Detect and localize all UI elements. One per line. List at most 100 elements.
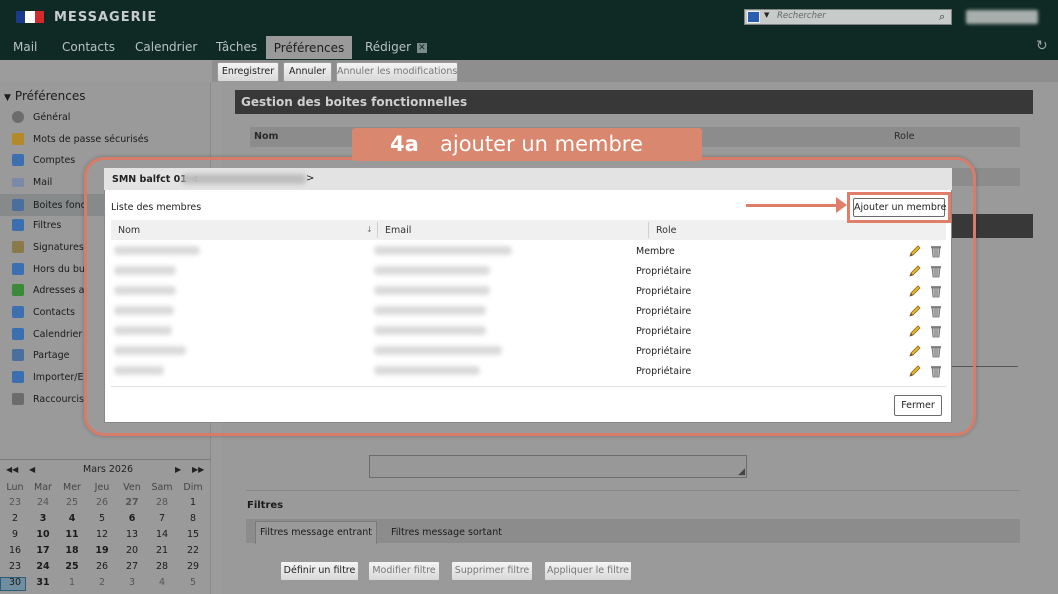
define-filter-button[interactable]: Définir un filtre: [280, 561, 359, 581]
member-row[interactable]: [111, 262, 946, 282]
delete-icon[interactable]: [929, 304, 943, 318]
calendar-day[interactable]: 10: [28, 529, 58, 540]
calendar-day[interactable]: 8: [178, 513, 208, 524]
edit-icon[interactable]: [908, 264, 922, 278]
calendar-day[interactable]: 3: [28, 513, 58, 524]
tab-rediger[interactable]: Rédiger ✕: [365, 35, 427, 59]
search-icon[interactable]: ⌕: [939, 10, 945, 24]
tab-mail[interactable]: Mail: [13, 35, 37, 59]
sidebar-item-shared-mailboxes[interactable]: Boites fonc: [12, 196, 86, 214]
calendar-day[interactable]: 29: [178, 561, 208, 572]
refresh-icon[interactable]: ↻: [1036, 38, 1048, 54]
prev-month-icon[interactable]: ◀: [29, 465, 35, 474]
search-box[interactable]: ▼ Rechercher ⌕: [744, 9, 952, 25]
delete-filter-button[interactable]: Supprimer filtre: [451, 561, 533, 581]
calendar-day[interactable]: 23: [0, 497, 30, 508]
sidebar-item-accounts[interactable]: Comptes: [12, 151, 75, 169]
search-scope-icon[interactable]: [747, 11, 760, 23]
sidebar-item-mail[interactable]: Mail: [12, 173, 52, 191]
calendar-day[interactable]: 15: [178, 529, 208, 540]
calendar-day[interactable]: 12: [87, 529, 117, 540]
calendar-day[interactable]: 31: [28, 577, 58, 588]
user-menu[interactable]: [966, 10, 1038, 24]
member-row[interactable]: [111, 242, 946, 262]
calendar-day[interactable]: 5: [87, 513, 117, 524]
member-row[interactable]: [111, 342, 946, 362]
calendar-day[interactable]: 2: [0, 513, 30, 524]
calendar-day[interactable]: 1: [57, 577, 87, 588]
modify-filter-button[interactable]: Modifier filtre: [368, 561, 440, 581]
sidebar-item-general[interactable]: Général: [12, 108, 70, 126]
sidebar-item-accepted-addresses[interactable]: Adresses a: [12, 281, 84, 299]
tab-calendrier[interactable]: Calendrier: [135, 35, 197, 59]
tab-taches[interactable]: Tâches: [216, 35, 257, 59]
calendar-day[interactable]: 25: [57, 497, 87, 508]
calendar-day[interactable]: 24: [28, 497, 58, 508]
resize-handle-icon[interactable]: ◢: [738, 467, 745, 477]
delete-icon[interactable]: [929, 244, 943, 258]
calendar-day[interactable]: 26: [87, 561, 117, 572]
tab-contacts[interactable]: Contacts: [62, 35, 115, 59]
delete-icon[interactable]: [929, 324, 943, 338]
member-row[interactable]: [111, 302, 946, 322]
calendar-day[interactable]: 28: [147, 561, 177, 572]
next-month-icon[interactable]: ▶: [175, 465, 181, 474]
tab-filters-incoming[interactable]: Filtres message entrant: [255, 521, 377, 544]
sidebar-item-passwords[interactable]: Mots de passe sécurisés: [12, 130, 149, 148]
calendar-day[interactable]: 13: [117, 529, 147, 540]
edit-icon[interactable]: [908, 324, 922, 338]
sidebar-heading[interactable]: ▼ Préférences: [4, 89, 86, 103]
apply-filter-button[interactable]: Appliquer le filtre: [544, 561, 632, 581]
delete-icon[interactable]: [929, 264, 943, 278]
delete-icon[interactable]: [929, 364, 943, 378]
tab-preferences[interactable]: Préférences: [266, 36, 352, 59]
sidebar-item-shortcuts[interactable]: Raccourcis: [12, 390, 84, 408]
first-page-icon[interactable]: ◀◀: [6, 465, 18, 474]
calendar-day[interactable]: 7: [147, 513, 177, 524]
tab-filters-outgoing[interactable]: Filtres message sortant: [391, 527, 502, 538]
calendar-day[interactable]: 23: [0, 561, 30, 572]
textarea-field[interactable]: ◢: [369, 455, 747, 478]
calendar-day[interactable]: 17: [28, 545, 58, 556]
edit-icon[interactable]: [908, 284, 922, 298]
edit-icon[interactable]: [908, 244, 922, 258]
calendar-day[interactable]: 4: [147, 577, 177, 588]
calendar-day[interactable]: 27: [117, 561, 147, 572]
close-icon[interactable]: ✕: [416, 42, 427, 53]
calendar-day[interactable]: 4: [57, 513, 87, 524]
chevron-down-icon[interactable]: ▼: [764, 11, 769, 19]
member-row[interactable]: [111, 322, 946, 342]
sidebar-item-contacts[interactable]: Contacts: [12, 303, 75, 321]
sidebar-item-filters[interactable]: Filtres: [12, 216, 61, 234]
cancel-changes-button[interactable]: Annuler les modifications: [336, 62, 458, 82]
sidebar-item-out-of-office[interactable]: Hors du bu: [12, 260, 85, 278]
calendar-day[interactable]: 19: [87, 545, 117, 556]
calendar-day[interactable]: 3: [117, 577, 147, 588]
calendar-day[interactable]: 24: [28, 561, 58, 572]
save-button[interactable]: Enregistrer: [217, 62, 279, 82]
calendar-day[interactable]: 2: [87, 577, 117, 588]
last-page-icon[interactable]: ▶▶: [192, 465, 204, 474]
calendar-day[interactable]: 26: [87, 497, 117, 508]
calendar-day[interactable]: 27: [117, 497, 147, 508]
edit-icon[interactable]: [908, 364, 922, 378]
delete-icon[interactable]: [929, 284, 943, 298]
sidebar-item-sharing[interactable]: Partage: [12, 346, 69, 364]
calendar-day[interactable]: 30: [0, 577, 30, 588]
mailbox-column-role[interactable]: Role: [894, 131, 914, 142]
calendar-day[interactable]: 16: [0, 545, 30, 556]
edit-icon[interactable]: [908, 344, 922, 358]
search-input[interactable]: Rechercher: [777, 11, 826, 21]
member-row[interactable]: [111, 362, 946, 382]
mailbox-column-name[interactable]: Nom: [254, 131, 278, 142]
calendar-day[interactable]: 25: [57, 561, 87, 572]
delete-icon[interactable]: [929, 344, 943, 358]
calendar-day[interactable]: 21: [147, 545, 177, 556]
calendar-day[interactable]: 11: [57, 529, 87, 540]
edit-icon[interactable]: [908, 304, 922, 318]
sidebar-item-import-export[interactable]: Importer/E: [12, 368, 83, 386]
sidebar-item-calendar[interactable]: Calendrier: [12, 325, 82, 343]
cancel-button[interactable]: Annuler: [283, 62, 332, 82]
calendar-day[interactable]: 6: [117, 513, 147, 524]
calendar-day[interactable]: 1: [178, 497, 208, 508]
